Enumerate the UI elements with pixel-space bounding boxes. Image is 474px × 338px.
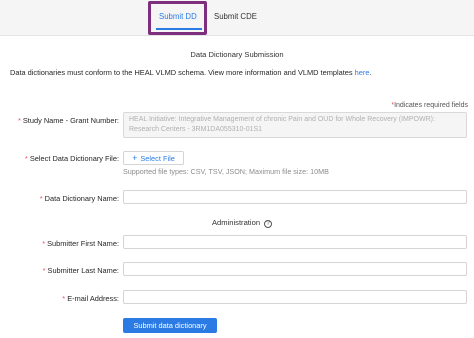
email-label-text: E-mail Address: xyxy=(67,294,119,303)
study-name-label: * Study Name - Grant Number: xyxy=(18,116,119,125)
email-input[interactable] xyxy=(123,290,467,304)
last-name-label-text: Submitter Last Name: xyxy=(47,266,119,275)
first-name-input[interactable] xyxy=(123,235,467,249)
tab-bar: Submit DD Submit CDE xyxy=(0,0,474,36)
submit-data-dictionary-button[interactable]: Submit data dictionary xyxy=(123,318,217,333)
dd-name-label: * Data Dictionary Name: xyxy=(40,194,119,203)
select-file-button[interactable]: + Select File xyxy=(123,151,184,165)
last-name-label: * Submitter Last Name: xyxy=(43,266,119,275)
tab-submit-cde[interactable]: Submit CDE xyxy=(214,12,257,21)
email-label: * E-mail Address: xyxy=(62,294,119,303)
file-type-hint: Supported file types: CSV, TSV, JSON; Ma… xyxy=(123,167,329,176)
select-file-button-label: Select File xyxy=(140,153,175,163)
study-name-label-text: Study Name - Grant Number: xyxy=(22,116,119,125)
first-name-label-text: Submitter First Name: xyxy=(47,239,119,248)
highlight-annotation-box xyxy=(148,1,207,35)
intro-end: . xyxy=(369,68,372,77)
plus-icon: + xyxy=(132,152,138,163)
select-file-label: * Select Data Dictionary File: xyxy=(25,154,119,163)
intro-sentence: Data dictionaries must conform to the HE… xyxy=(10,68,355,77)
study-name-field: HEAL Initiative: Integrative Management … xyxy=(123,112,467,138)
administration-title: Administration xyxy=(211,218,261,227)
first-name-label: * Submitter First Name: xyxy=(42,239,119,248)
intro-text: Data dictionaries must conform to the HE… xyxy=(10,68,372,77)
templates-link[interactable]: here xyxy=(355,68,370,77)
last-name-input[interactable] xyxy=(123,262,467,276)
dd-name-label-text: Data Dictionary Name: xyxy=(44,194,119,203)
select-file-label-text: Select Data Dictionary File: xyxy=(29,154,119,163)
dd-name-input[interactable] xyxy=(123,190,467,204)
required-fields-note: *Indicates required fields xyxy=(391,102,468,109)
administration-heading: Administration? xyxy=(0,218,474,228)
required-note-text: Indicates required fields xyxy=(394,102,468,109)
info-circle-icon[interactable]: ? xyxy=(264,220,273,228)
form-title: Data Dictionary Submission xyxy=(190,50,284,59)
